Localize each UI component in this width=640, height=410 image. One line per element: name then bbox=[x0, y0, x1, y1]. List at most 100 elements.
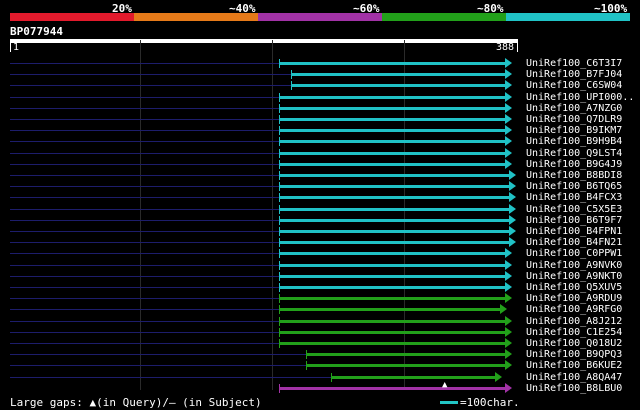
hit-label[interactable]: UniRef100_C6SW04 bbox=[526, 80, 622, 91]
alignment-bar[interactable] bbox=[331, 375, 495, 379]
unaligned-region bbox=[10, 197, 279, 199]
hit-label[interactable]: UniRef100_Q018U2 bbox=[526, 338, 622, 349]
arrow-right-icon bbox=[505, 338, 512, 348]
hit-row[interactable]: UniRef100_C5X5E3 bbox=[0, 203, 640, 215]
hit-label[interactable]: UniRef100_B6TQ65 bbox=[526, 181, 622, 192]
hit-label[interactable]: UniRef100_B9IKM7 bbox=[526, 125, 622, 136]
alignment-bar[interactable] bbox=[291, 73, 505, 77]
hit-label[interactable]: UniRef100_B4FN21 bbox=[526, 237, 622, 248]
alignment-bar[interactable] bbox=[279, 129, 505, 133]
alignment-bar[interactable] bbox=[279, 106, 505, 110]
hit-label[interactable]: UniRef100_B9QPQ3 bbox=[526, 349, 622, 360]
hit-label[interactable]: UniRef100_A8QA47 bbox=[526, 372, 622, 383]
alignment-bar[interactable] bbox=[279, 62, 505, 65]
hit-row[interactable]: UniRef100_C6T3I7 bbox=[0, 58, 640, 69]
hit-row[interactable]: UniRef100_B4FPN1 bbox=[0, 226, 640, 237]
hit-label[interactable]: UniRef100_B7FJ04 bbox=[526, 69, 622, 80]
arrow-right-icon bbox=[505, 91, 512, 102]
hit-label[interactable]: UniRef100_B9G4J9 bbox=[526, 159, 622, 170]
alignment-bar[interactable] bbox=[279, 151, 505, 155]
hit-row[interactable]: UniRef100_UPI000.. bbox=[0, 91, 640, 103]
alignment-bar[interactable] bbox=[279, 386, 505, 390]
hit-row[interactable]: UniRef100_A8J212 bbox=[0, 315, 640, 327]
hit-row[interactable]: UniRef100_B7FJ04 bbox=[0, 69, 640, 80]
alignment-bar[interactable] bbox=[279, 319, 505, 323]
alignment-bar[interactable] bbox=[279, 241, 509, 245]
hit-label[interactable]: UniRef100_UPI000.. bbox=[526, 92, 634, 103]
alignment-bar[interactable] bbox=[291, 84, 505, 88]
hit-row[interactable]: UniRef100_A9NVK0 bbox=[0, 259, 640, 271]
hit-row[interactable]: UniRef100_C6SW04 bbox=[0, 80, 640, 91]
hit-label[interactable]: UniRef100_B9H9B4 bbox=[526, 136, 622, 147]
unaligned-region bbox=[10, 309, 279, 311]
alignment-bar[interactable] bbox=[306, 364, 505, 368]
alignment-bar[interactable] bbox=[279, 274, 505, 278]
hit-label[interactable]: UniRef100_C1E254 bbox=[526, 327, 622, 338]
hit-label[interactable]: UniRef100_Q5XUV5 bbox=[526, 282, 622, 293]
hit-row[interactable]: UniRef100_B9G4J9 bbox=[0, 158, 640, 170]
alignment-bar[interactable] bbox=[279, 297, 505, 301]
hit-row[interactable]: UniRef100_B4FN21 bbox=[0, 237, 640, 248]
hit-row[interactable]: UniRef100_B9H9B4 bbox=[0, 136, 640, 147]
hit-row[interactable]: UniRef100_Q018U2 bbox=[0, 338, 640, 349]
hit-row[interactable]: UniRef100_B9IKM7 bbox=[0, 125, 640, 136]
hit-label[interactable]: UniRef100_A9RFG0 bbox=[526, 304, 622, 315]
hit-label[interactable]: UniRef100_A9NKT0 bbox=[526, 271, 622, 282]
hit-row[interactable]: UniRef100_B8LBU0 bbox=[0, 382, 640, 394]
unaligned-region bbox=[10, 163, 279, 165]
hit-row[interactable]: UniRef100_A9NKT0 bbox=[0, 270, 640, 282]
alignment-bar[interactable] bbox=[279, 330, 505, 334]
arrow-right-icon bbox=[505, 69, 512, 80]
alignment-bar[interactable] bbox=[279, 162, 505, 166]
hit-label[interactable]: UniRef100_Q7DLR9 bbox=[526, 114, 622, 125]
hit-row[interactable]: UniRef100_B9QPQ3 bbox=[0, 349, 640, 360]
hit-label[interactable]: UniRef100_B6T9F7 bbox=[526, 215, 622, 226]
hit-row[interactable]: UniRef100_B4FCX3 bbox=[0, 192, 640, 203]
hit-row[interactable]: UniRef100_Q9LST4 bbox=[0, 147, 640, 159]
alignment-bar[interactable] bbox=[279, 308, 500, 312]
hit-label[interactable]: UniRef100_B8LBU0 bbox=[526, 383, 622, 394]
alignment-bar[interactable] bbox=[279, 252, 505, 256]
hit-row[interactable]: UniRef100_A8QA47 bbox=[0, 371, 640, 383]
hit-row[interactable]: UniRef100_B6KUE2 bbox=[0, 360, 640, 371]
alignment-bar[interactable] bbox=[306, 353, 505, 357]
hit-row[interactable]: UniRef100_B6T9F7 bbox=[0, 214, 640, 226]
hit-label[interactable]: UniRef100_A9RDU9 bbox=[526, 293, 622, 304]
hit-row[interactable]: UniRef100_B8BDI8 bbox=[0, 170, 640, 181]
hit-label[interactable]: UniRef100_A9NVK0 bbox=[526, 260, 622, 271]
hit-label[interactable]: UniRef100_B4FCX3 bbox=[526, 192, 622, 203]
arrow-right-icon bbox=[505, 259, 512, 270]
alignment-bar[interactable] bbox=[279, 174, 509, 177]
hit-row[interactable]: UniRef100_A9RFG0 bbox=[0, 304, 640, 315]
alignment-bar[interactable] bbox=[279, 118, 505, 121]
alignment-bar[interactable] bbox=[279, 218, 509, 222]
hit-row[interactable]: UniRef100_B6TQ65 bbox=[0, 181, 640, 192]
alignment-bar[interactable] bbox=[279, 263, 505, 267]
unaligned-region bbox=[10, 119, 279, 120]
hit-row[interactable]: UniRef100_Q7DLR9 bbox=[0, 114, 640, 125]
hit-label[interactable]: UniRef100_C0PPW1 bbox=[526, 248, 622, 259]
alignment-bar[interactable] bbox=[279, 230, 509, 233]
unaligned-region bbox=[10, 152, 279, 154]
hit-label[interactable]: UniRef100_A8J212 bbox=[526, 316, 622, 327]
alignment-bar[interactable] bbox=[279, 196, 509, 200]
alignment-bar[interactable] bbox=[279, 140, 505, 144]
hit-row[interactable]: UniRef100_Q5XUV5 bbox=[0, 282, 640, 293]
hit-label[interactable]: UniRef100_B4FPN1 bbox=[526, 226, 622, 237]
hit-row[interactable]: UniRef100_C0PPW1 bbox=[0, 248, 640, 259]
hit-label[interactable]: UniRef100_C5X5E3 bbox=[526, 204, 622, 215]
alignment-bar[interactable] bbox=[279, 342, 505, 345]
hit-label[interactable]: UniRef100_A7NZG0 bbox=[526, 103, 622, 114]
hit-row[interactable]: UniRef100_A7NZG0 bbox=[0, 102, 640, 114]
alignment-bar[interactable] bbox=[279, 286, 505, 289]
hit-row[interactable]: UniRef100_A9RDU9 bbox=[0, 293, 640, 304]
alignment-bar[interactable] bbox=[279, 207, 509, 211]
alignment-bar[interactable] bbox=[279, 185, 509, 189]
hit-label[interactable]: UniRef100_B6KUE2 bbox=[526, 360, 622, 371]
hit-label[interactable]: UniRef100_C6T3I7 bbox=[526, 58, 622, 69]
hit-label[interactable]: UniRef100_B8BDI8 bbox=[526, 170, 622, 181]
alignment-bar[interactable] bbox=[279, 95, 505, 99]
unaligned-region bbox=[10, 141, 279, 143]
hit-row[interactable]: UniRef100_C1E254 bbox=[0, 326, 640, 338]
hit-label[interactable]: UniRef100_Q9LST4 bbox=[526, 148, 622, 159]
